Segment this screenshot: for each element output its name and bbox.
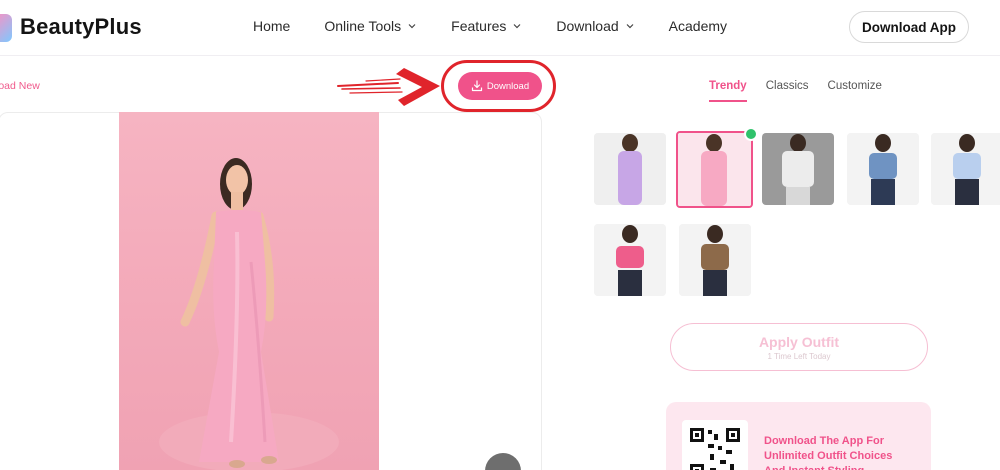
download-tray-icon: [471, 80, 482, 92]
outfit-thumb-white-lace-top[interactable]: [762, 133, 834, 205]
chevron-down-icon: [513, 24, 521, 29]
outfit-thumb-pink-satin-dress[interactable]: [676, 131, 753, 208]
chevron-down-icon: [408, 24, 416, 29]
model-figure-image: [159, 158, 339, 470]
nav-academy[interactable]: Academy: [669, 18, 727, 34]
apply-outfit-label: Apply Outfit: [758, 333, 840, 350]
nav-home-label: Home: [253, 18, 291, 34]
apply-outfit-button[interactable]: Apply Outfit 1 Time Left Today: [670, 323, 928, 371]
nav-features-label: Features: [451, 18, 507, 34]
download-button-label: Download: [486, 80, 530, 92]
nav-academy-label: Academy: [668, 18, 728, 34]
app-promo-text[interactable]: Download The App For Unlimited Outfit Ch…: [764, 434, 914, 470]
outfit-thumb-lavender-dress[interactable]: [594, 133, 666, 205]
upload-new-link[interactable]: load New: [0, 80, 40, 92]
brand-name[interactable]: BeautyPlus: [20, 14, 142, 40]
result-photo: [119, 112, 379, 470]
qr-code-icon: [682, 420, 748, 470]
selected-check-icon: [744, 127, 758, 141]
outfit-thumb-pink-crop-top[interactable]: [594, 224, 666, 296]
outfit-tabs: Trendy Classics Customize: [709, 80, 901, 102]
download-button[interactable]: Download: [458, 72, 542, 100]
tab-classics[interactable]: Classics: [766, 80, 809, 102]
outfit-thumb-denim-corset[interactable]: [847, 133, 919, 205]
outfit-thumb-leopard-halter[interactable]: [679, 224, 751, 296]
main-nav: Home Online Tools Features Download Acad…: [253, 18, 761, 34]
nav-download-label: Download: [556, 18, 619, 34]
tab-trendy[interactable]: Trendy: [709, 80, 747, 102]
nav-features[interactable]: Features: [451, 18, 522, 34]
tab-customize[interactable]: Customize: [828, 80, 882, 102]
chevron-down-icon: [626, 24, 634, 29]
nav-home[interactable]: Home: [253, 18, 290, 34]
annotation-arrow-icon: [337, 68, 440, 106]
download-app-button[interactable]: Download App: [849, 11, 969, 43]
top-header: BeautyPlus Home Online Tools Features Do…: [0, 0, 1000, 56]
nav-online-tools-label: Online Tools: [324, 18, 402, 34]
outfit-thumb-blue-floral-top[interactable]: [931, 133, 1000, 205]
nav-download[interactable]: Download: [556, 18, 634, 34]
nav-online-tools[interactable]: Online Tools: [324, 18, 417, 34]
apply-outfit-remaining: 1 Time Left Today: [767, 351, 831, 361]
brand-logo-icon[interactable]: [0, 14, 12, 42]
